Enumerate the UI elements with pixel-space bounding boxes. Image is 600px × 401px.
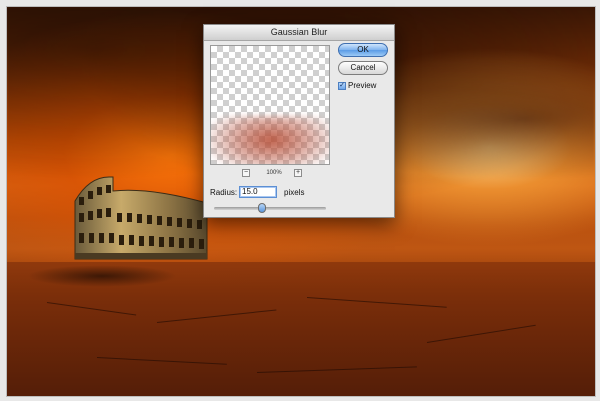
colosseum-shadow — [27, 265, 177, 287]
colosseum-image — [74, 176, 208, 260]
window-frame: Gaussian Blur − 100% + OK Cancel ✓ Previe… — [0, 0, 600, 401]
zoom-out-icon[interactable]: − — [242, 169, 250, 177]
zoom-level: 100% — [266, 170, 282, 176]
ok-button[interactable]: OK — [338, 43, 388, 57]
ground-crack — [156, 309, 277, 323]
radius-label: Radius: — [210, 188, 238, 197]
preview-label: Preview — [348, 81, 377, 90]
ground-crack — [306, 297, 447, 308]
ground-crack — [46, 302, 137, 316]
checkmark-icon[interactable]: ✓ — [338, 81, 346, 90]
radius-slider-thumb[interactable] — [258, 203, 266, 213]
ground-crack — [96, 357, 227, 365]
ground-crack — [426, 324, 536, 343]
preview-zoom-controls: − 100% + — [242, 169, 302, 179]
radius-units: pixels — [284, 188, 305, 197]
blur-preview-content — [211, 116, 329, 164]
radius-slider[interactable] — [214, 203, 326, 213]
cancel-button[interactable]: Cancel — [338, 61, 388, 75]
radius-input[interactable]: 15.0 — [239, 186, 277, 198]
dialog-title: Gaussian Blur — [204, 25, 394, 41]
gaussian-blur-dialog: Gaussian Blur − 100% + OK Cancel ✓ Previe… — [203, 24, 395, 218]
preview-checkbox-row[interactable]: ✓ Preview — [338, 81, 376, 91]
ground-crack — [256, 366, 417, 373]
zoom-in-icon[interactable]: + — [294, 169, 302, 177]
blur-preview[interactable] — [210, 45, 330, 165]
